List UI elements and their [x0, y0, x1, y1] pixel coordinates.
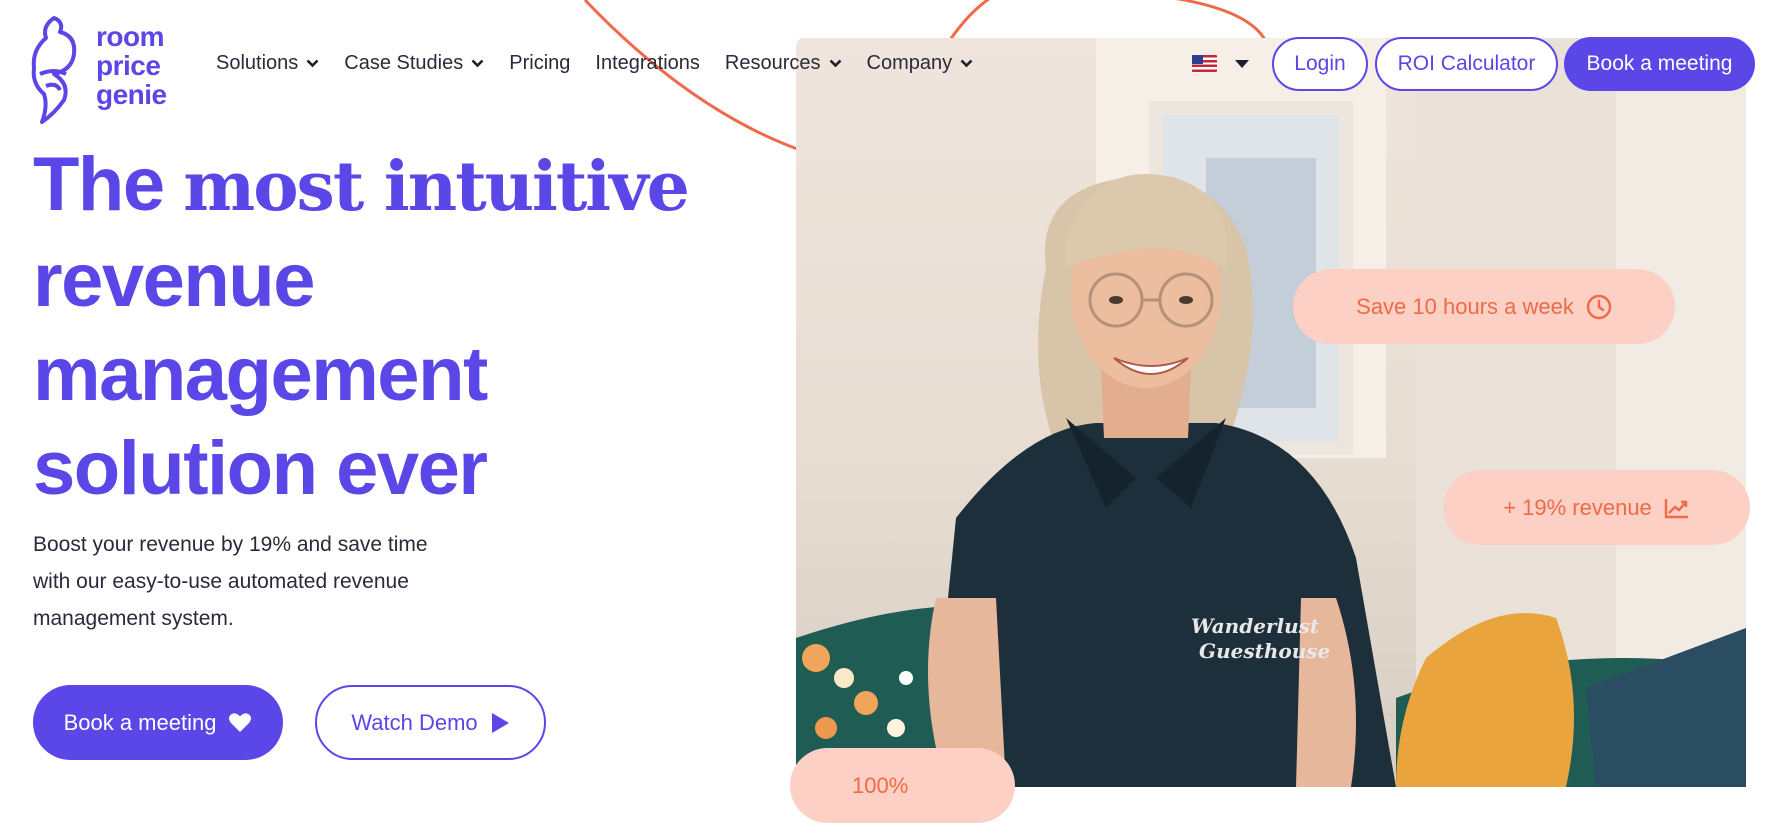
nav-label: Integrations: [595, 52, 700, 74]
save-time-label: Save 10 hours a week: [1356, 293, 1574, 319]
logo-wordmark: room price genie: [96, 22, 167, 109]
clock-icon: [1586, 294, 1612, 319]
chevron-down-icon: [471, 59, 484, 68]
nav-item-solutions[interactable]: Solutions: [216, 52, 319, 75]
cta-book-label: Book a meeting: [63, 709, 217, 735]
book-meeting-header-button[interactable]: Book a meeting: [1564, 37, 1755, 91]
login-button[interactable]: Login: [1272, 37, 1368, 91]
cta-demo-label: Watch Demo: [351, 709, 478, 735]
partial-stat-badge: 100%: [790, 748, 1015, 823]
nav-item-pricing[interactable]: Pricing: [509, 52, 570, 75]
shirt-text-line1: Wanderlust: [1191, 614, 1320, 638]
nav-item-company[interactable]: Company: [867, 52, 974, 75]
shirt-text-line2: Guesthouse: [1199, 639, 1330, 663]
genie-lamp-icon: [31, 16, 77, 124]
hero-title-line3: management: [33, 332, 488, 417]
revenue-label: + 19% revenue: [1503, 494, 1652, 520]
hero-title: The most intuitive revenue management so…: [33, 138, 753, 516]
logo-line-room: room: [96, 21, 164, 52]
play-icon: [491, 712, 509, 733]
nav-item-case-studies[interactable]: Case Studies: [344, 52, 484, 75]
nav-label: Solutions: [216, 52, 299, 74]
nav-label: Company: [866, 52, 953, 74]
hero-title-serif: most intuitive: [183, 147, 690, 227]
hero-title-line2: revenue: [33, 238, 316, 323]
main-nav: Solutions Case Studies Pricing Integrati…: [216, 52, 973, 75]
hero-title-line1: The most intuitive: [33, 138, 753, 234]
hero-title-line4: solution ever: [33, 426, 488, 511]
book-meeting-hero-button[interactable]: Book a meeting: [33, 685, 283, 760]
hero-subtitle: Boost your revenue by 19% and save time …: [33, 533, 428, 630]
us-flag-icon: [1192, 55, 1217, 72]
nav-label: Case Studies: [344, 52, 464, 74]
save-time-badge: Save 10 hours a week: [1293, 269, 1675, 344]
chevron-down-icon: [960, 59, 973, 68]
trend-chart-icon: [1664, 498, 1688, 518]
hero-title-the: The: [33, 142, 165, 227]
nav-label: Resources: [724, 52, 821, 74]
logo[interactable]: room price genie: [24, 14, 167, 126]
watch-demo-button[interactable]: Watch Demo: [315, 685, 546, 760]
revenue-badge: + 19% revenue: [1443, 470, 1750, 545]
caret-down-icon: [1235, 59, 1249, 68]
nav-label: Pricing: [509, 52, 571, 74]
chevron-down-icon: [829, 59, 841, 68]
heart-icon: [229, 713, 252, 732]
partial-stat-label: 100%: [852, 772, 909, 798]
logo-line-genie: genie: [96, 79, 167, 110]
hero-photo: Wanderlust Guesthouse: [796, 38, 1746, 787]
roi-calculator-button[interactable]: ROI Calculator: [1375, 37, 1558, 91]
nav-item-integrations[interactable]: Integrations: [595, 52, 700, 75]
chevron-down-icon: [306, 59, 319, 68]
nav-item-resources[interactable]: Resources: [725, 52, 842, 75]
logo-line-price: price: [96, 50, 161, 81]
language-selector[interactable]: [1192, 55, 1249, 72]
